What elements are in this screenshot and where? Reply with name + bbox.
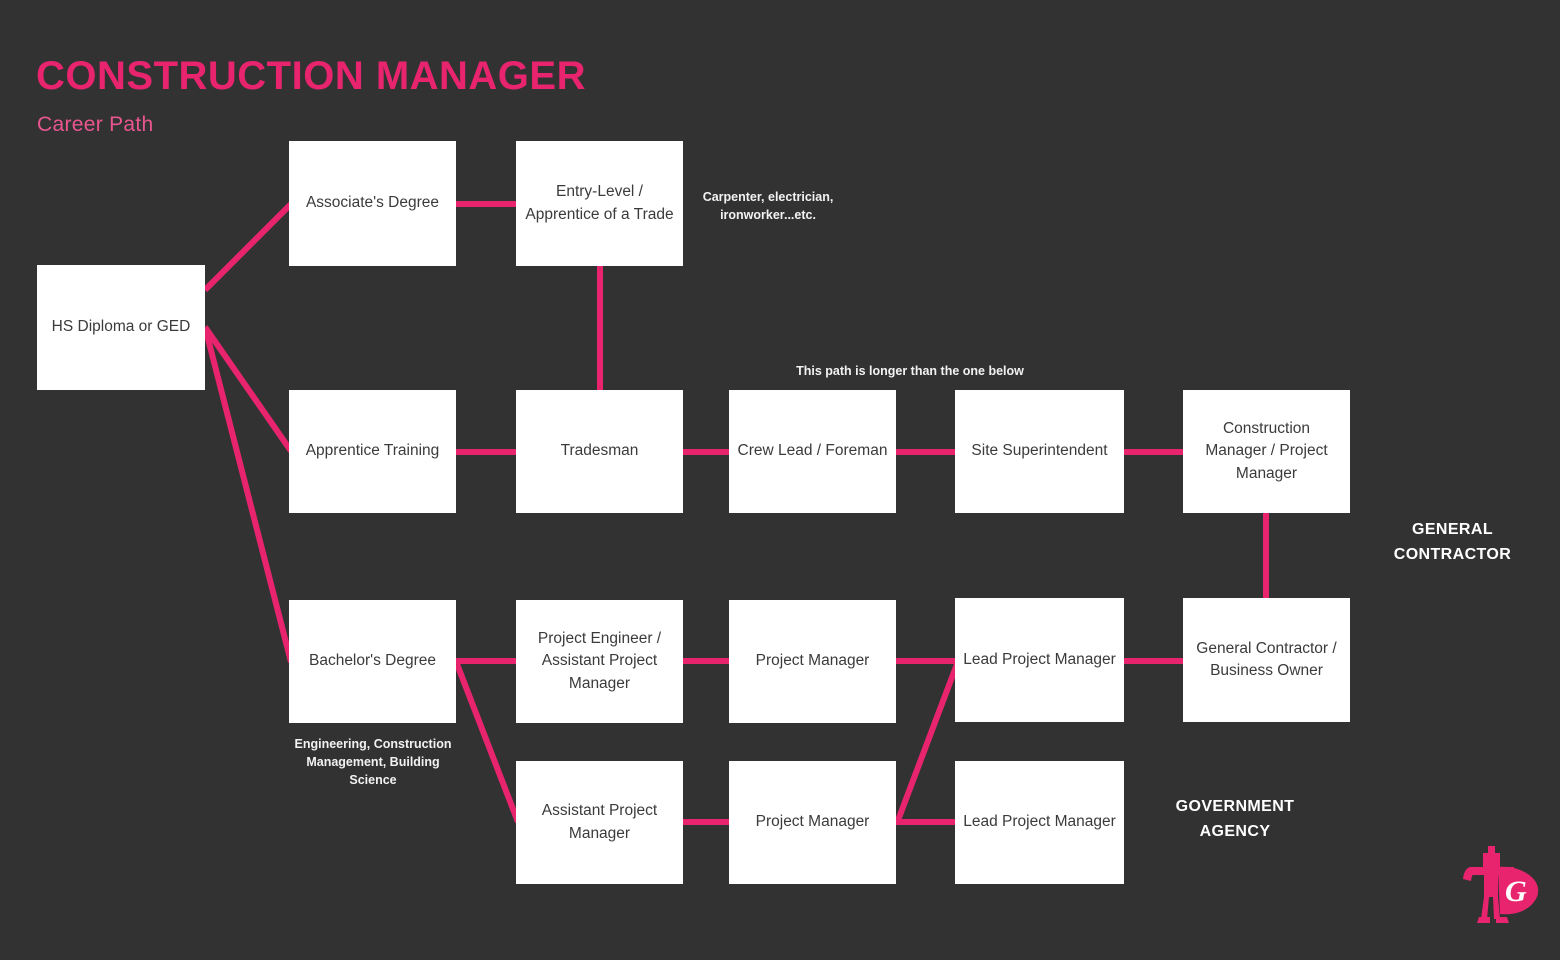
node-hs-diploma[interactable]: HS Diploma or GED <box>37 265 205 390</box>
node-entry-level-apprentice[interactable]: Entry-Level / Apprentice of a Trade <box>516 141 683 266</box>
annotation-trade-examples: Carpenter, electrician, ironworker...etc… <box>702 190 834 223</box>
node-associates-degree[interactable]: Associate's Degree <box>289 141 456 266</box>
node-project-manager-gc[interactable]: Project Manager <box>729 600 896 723</box>
node-label: Apprentice Training <box>305 442 440 460</box>
node-label: Project Manager <box>755 813 870 831</box>
node-lead-project-manager-gc[interactable]: Lead Project Manager <box>955 598 1124 722</box>
node-project-manager-gov[interactable]: Project Manager <box>729 761 896 884</box>
logo-letter: G <box>1505 875 1527 908</box>
node-label: Construction Manager / Project Manager <box>1205 419 1328 482</box>
group-label-government-agency: GOVERNMENT AGENCY <box>1175 798 1295 840</box>
node-label: Lead Project Manager <box>963 813 1116 831</box>
node-label: Tradesman <box>560 442 639 460</box>
node-label: Project Manager <box>755 652 870 670</box>
edge-pm2-to-leadpm1 <box>894 662 960 825</box>
superhero-g-logo: G <box>1463 846 1539 923</box>
node-label: General Contractor / Business Owner <box>1196 639 1337 679</box>
node-assistant-project-manager[interactable]: Assistant Project Manager <box>516 761 683 884</box>
node-label: Lead Project Manager <box>963 650 1116 668</box>
annotation-degree-fields: Engineering, Construction Management, Bu… <box>294 737 452 788</box>
node-lead-project-manager-gov[interactable]: Lead Project Manager <box>955 761 1124 884</box>
node-site-superintendent[interactable]: Site Superintendent <box>955 390 1124 513</box>
node-label: HS Diploma or GED <box>51 318 191 336</box>
node-project-engineer[interactable]: Project Engineer / Assistant Project Man… <box>516 600 683 723</box>
node-label: Associate's Degree <box>305 194 440 212</box>
page-title: CONSTRUCTION MANAGER <box>36 54 586 98</box>
group-label-general-contractor: GENERAL CONTRACTOR <box>1393 521 1512 563</box>
node-label: Entry-Level / Apprentice of a Trade <box>525 183 674 223</box>
node-general-contractor-business-owner[interactable]: General Contractor / Business Owner <box>1183 598 1350 722</box>
node-label: Project Engineer / Assistant Project Man… <box>537 629 662 692</box>
edge-hs-to-apprentice <box>202 325 294 453</box>
node-label: Crew Lead / Foreman <box>737 442 888 460</box>
diagram-canvas: CONSTRUCTION MANAGER Career Path HS Dipl… <box>0 0 1560 960</box>
annotation-path-length-note: This path is longer than the one below <box>796 364 1024 378</box>
edge-hs-to-associates <box>202 201 294 293</box>
node-label: Assistant Project Manager <box>541 802 658 842</box>
node-construction-manager[interactable]: Construction Manager / Project Manager <box>1183 390 1350 513</box>
page-subtitle: Career Path <box>37 113 154 136</box>
edge-bachelors-to-assistantpm <box>454 662 521 824</box>
node-label: Bachelor's Degree <box>308 652 437 670</box>
node-apprentice-training[interactable]: Apprentice Training <box>289 390 456 513</box>
edge-hs-to-bachelors <box>202 326 294 663</box>
node-bachelors-degree[interactable]: Bachelor's Degree <box>289 600 456 723</box>
node-tradesman[interactable]: Tradesman <box>516 390 683 513</box>
node-label: Site Superintendent <box>971 442 1108 460</box>
node-crew-lead-foreman[interactable]: Crew Lead / Foreman <box>729 390 896 513</box>
